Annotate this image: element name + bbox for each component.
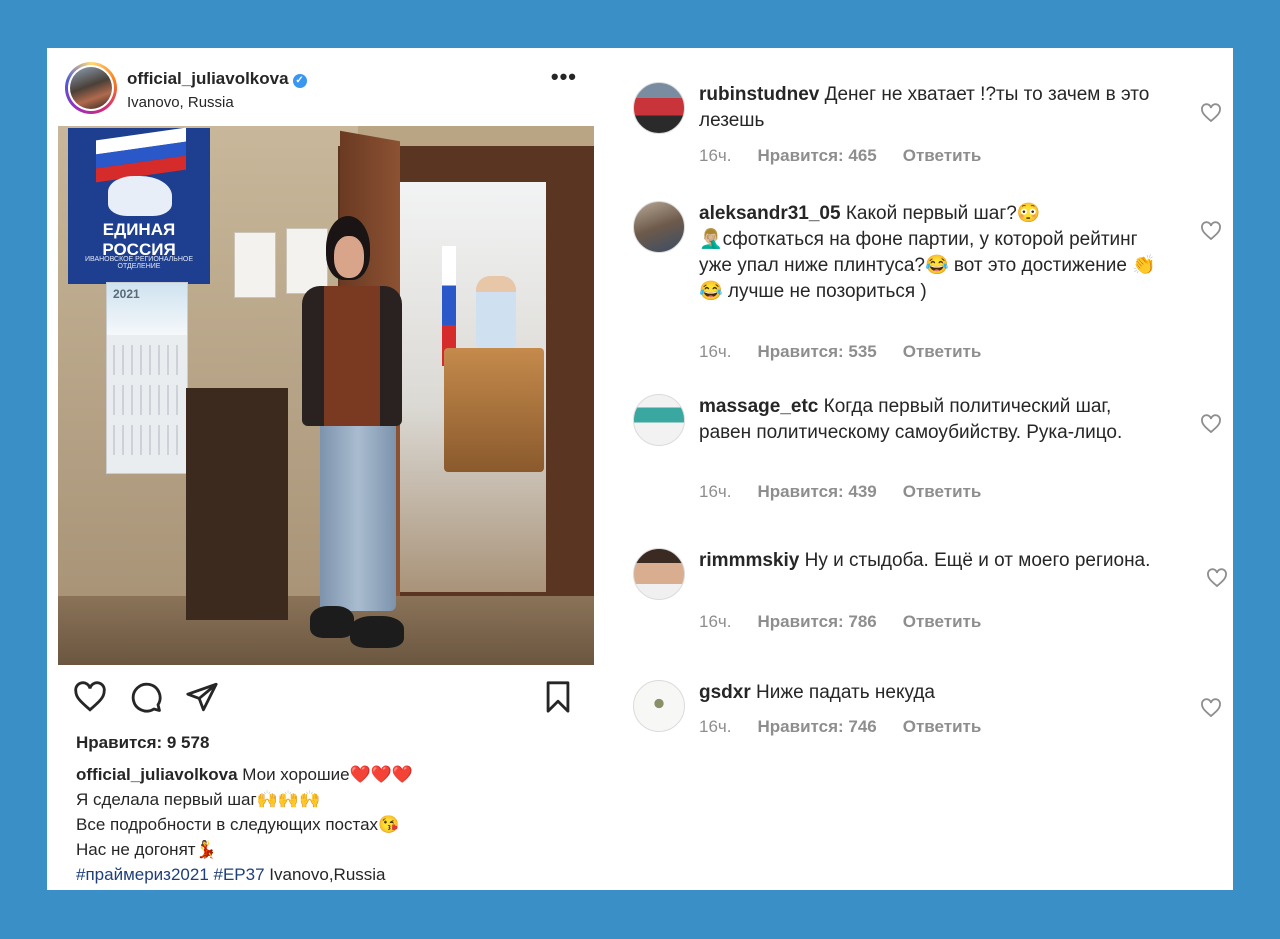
comment-text: aleksandr31_05 Какой первый шаг?😳🤦🏼‍♂️сф…: [699, 201, 1159, 305]
commenter-avatar[interactable]: [633, 680, 685, 732]
caption-line-4: Нас не догонят💃: [76, 840, 217, 859]
hashtag-link[interactable]: #ЕР37: [214, 865, 265, 884]
comment-meta: 16ч. Нравится: 746 Ответить: [699, 717, 1007, 737]
comment-text: massage_etc Когда первый политический ша…: [699, 394, 1159, 446]
comment-meta: 16ч. Нравится: 465 Ответить: [699, 146, 1007, 166]
post-photo[interactable]: ЕДИНАЯ РОССИЯ ИВАНОВСКОЕ РЕГИОНАЛЬНОЕ ОТ…: [58, 126, 594, 665]
comment-meta: 16ч. Нравится: 535 Ответить: [699, 342, 1007, 362]
comment-time[interactable]: 16ч.: [699, 612, 732, 631]
comment-meta: 16ч. Нравится: 786 Ответить: [699, 612, 1007, 632]
bear-logo: [108, 176, 172, 216]
commenter-avatar[interactable]: [633, 548, 685, 600]
commenter-username[interactable]: aleksandr31_05: [699, 203, 841, 224]
comment-time[interactable]: 16ч.: [699, 342, 732, 361]
comment-likes[interactable]: Нравится: 746: [758, 717, 877, 736]
reply-button[interactable]: Ответить: [903, 717, 982, 736]
share-send-icon[interactable]: [185, 680, 219, 714]
photo-desk: [444, 348, 544, 472]
comment-likes[interactable]: Нравится: 465: [758, 146, 877, 165]
comment-time[interactable]: 16ч.: [699, 482, 732, 501]
author-avatar[interactable]: [65, 62, 117, 114]
comment-text: gsdxr Ниже падать некуда: [699, 680, 1159, 706]
post-likes-count[interactable]: Нравится: 9 578: [76, 733, 209, 753]
more-options-icon[interactable]: •••: [551, 64, 577, 90]
post-caption: official_juliavolkova Мои хорошие❤️❤️❤️ …: [76, 762, 591, 887]
author-username-row: official_juliavolkova ✓: [127, 69, 307, 89]
reply-button[interactable]: Ответить: [903, 482, 982, 501]
commenter-avatar[interactable]: [633, 394, 685, 446]
commenter-username[interactable]: rubinstudnev: [699, 84, 819, 105]
post-actions-bar: [73, 680, 583, 716]
comment-like-heart-icon[interactable]: [1205, 566, 1229, 590]
commenter-avatar[interactable]: [633, 201, 685, 253]
comment-text: rimmmskiy Ну и стыдоба. Ещё и от моего р…: [699, 548, 1159, 574]
comment-like-heart-icon[interactable]: [1199, 219, 1223, 243]
comment-likes[interactable]: Нравится: 786: [758, 612, 877, 631]
photo-calendar: 2021: [106, 282, 188, 474]
comments-panel: rubinstudnev Денег не хватает !?ты то за…: [607, 48, 1233, 890]
poster-title: ЕДИНАЯ РОССИЯ: [102, 220, 176, 259]
comment-likes[interactable]: Нравится: 439: [758, 482, 877, 501]
caption-line-3: Все подробности в следующих постах😘: [76, 815, 400, 834]
caption-line-2: Я сделала первый шаг🙌🙌🙌: [76, 790, 321, 809]
comment-likes[interactable]: Нравится: 535: [758, 342, 877, 361]
comment-like-heart-icon[interactable]: [1199, 412, 1223, 436]
reply-button[interactable]: Ответить: [903, 342, 982, 361]
hashtag-link[interactable]: #праймериз2021: [76, 865, 209, 884]
caption-username[interactable]: official_juliavolkova: [76, 765, 238, 784]
comment-bubble-icon[interactable]: [129, 680, 163, 714]
photo-background-person: [476, 276, 516, 348]
comment-body: Ниже падать некуда: [750, 682, 935, 703]
caption-line-1: Мои хорошие❤️❤️❤️: [237, 765, 414, 784]
commenter-username[interactable]: rimmmskiy: [699, 550, 799, 571]
calendar-year: 2021: [113, 287, 140, 301]
comment-body: Ну и стыдоба. Ещё и от моего региона.: [799, 550, 1151, 571]
like-heart-icon[interactable]: [73, 680, 107, 714]
post-header: official_juliavolkova ✓ Ivanovo, Russia •…: [65, 62, 585, 122]
comment-time[interactable]: 16ч.: [699, 146, 732, 165]
comment-like-heart-icon[interactable]: [1199, 101, 1223, 125]
commenter-avatar[interactable]: [633, 82, 685, 134]
commenter-username[interactable]: gsdxr: [699, 682, 751, 703]
caption-location: Ivanovo,Russia: [264, 865, 386, 884]
verified-badge-icon: ✓: [292, 74, 307, 88]
author-username[interactable]: official_juliavolkova: [127, 69, 289, 88]
photo-party-poster: ЕДИНАЯ РОССИЯ ИВАНОВСКОЕ РЕГИОНАЛЬНОЕ ОТ…: [68, 127, 210, 284]
instagram-post-card: official_juliavolkova ✓ Ivanovo, Russia •…: [47, 48, 1233, 890]
photo-notice-sign: [234, 232, 276, 298]
comment-meta: 16ч. Нравится: 439 Ответить: [699, 482, 1007, 502]
reply-button[interactable]: Ответить: [903, 146, 982, 165]
comment-like-heart-icon[interactable]: [1199, 696, 1223, 720]
post-panel: official_juliavolkova ✓ Ivanovo, Russia •…: [47, 48, 607, 890]
post-location[interactable]: Ivanovo, Russia: [127, 94, 234, 111]
comment-text: rubinstudnev Денег не хватает !?ты то за…: [699, 82, 1159, 134]
comment-time[interactable]: 16ч.: [699, 717, 732, 736]
poster-subtitle: ИВАНОВСКОЕ РЕГИОНАЛЬНОЕ ОТДЕЛЕНИЕ: [84, 256, 194, 270]
reply-button[interactable]: Ответить: [903, 612, 982, 631]
photo-cabinet: [186, 388, 288, 620]
photo-woman: [290, 216, 420, 656]
save-bookmark-icon[interactable]: [541, 680, 575, 714]
commenter-username[interactable]: massage_etc: [699, 396, 818, 417]
